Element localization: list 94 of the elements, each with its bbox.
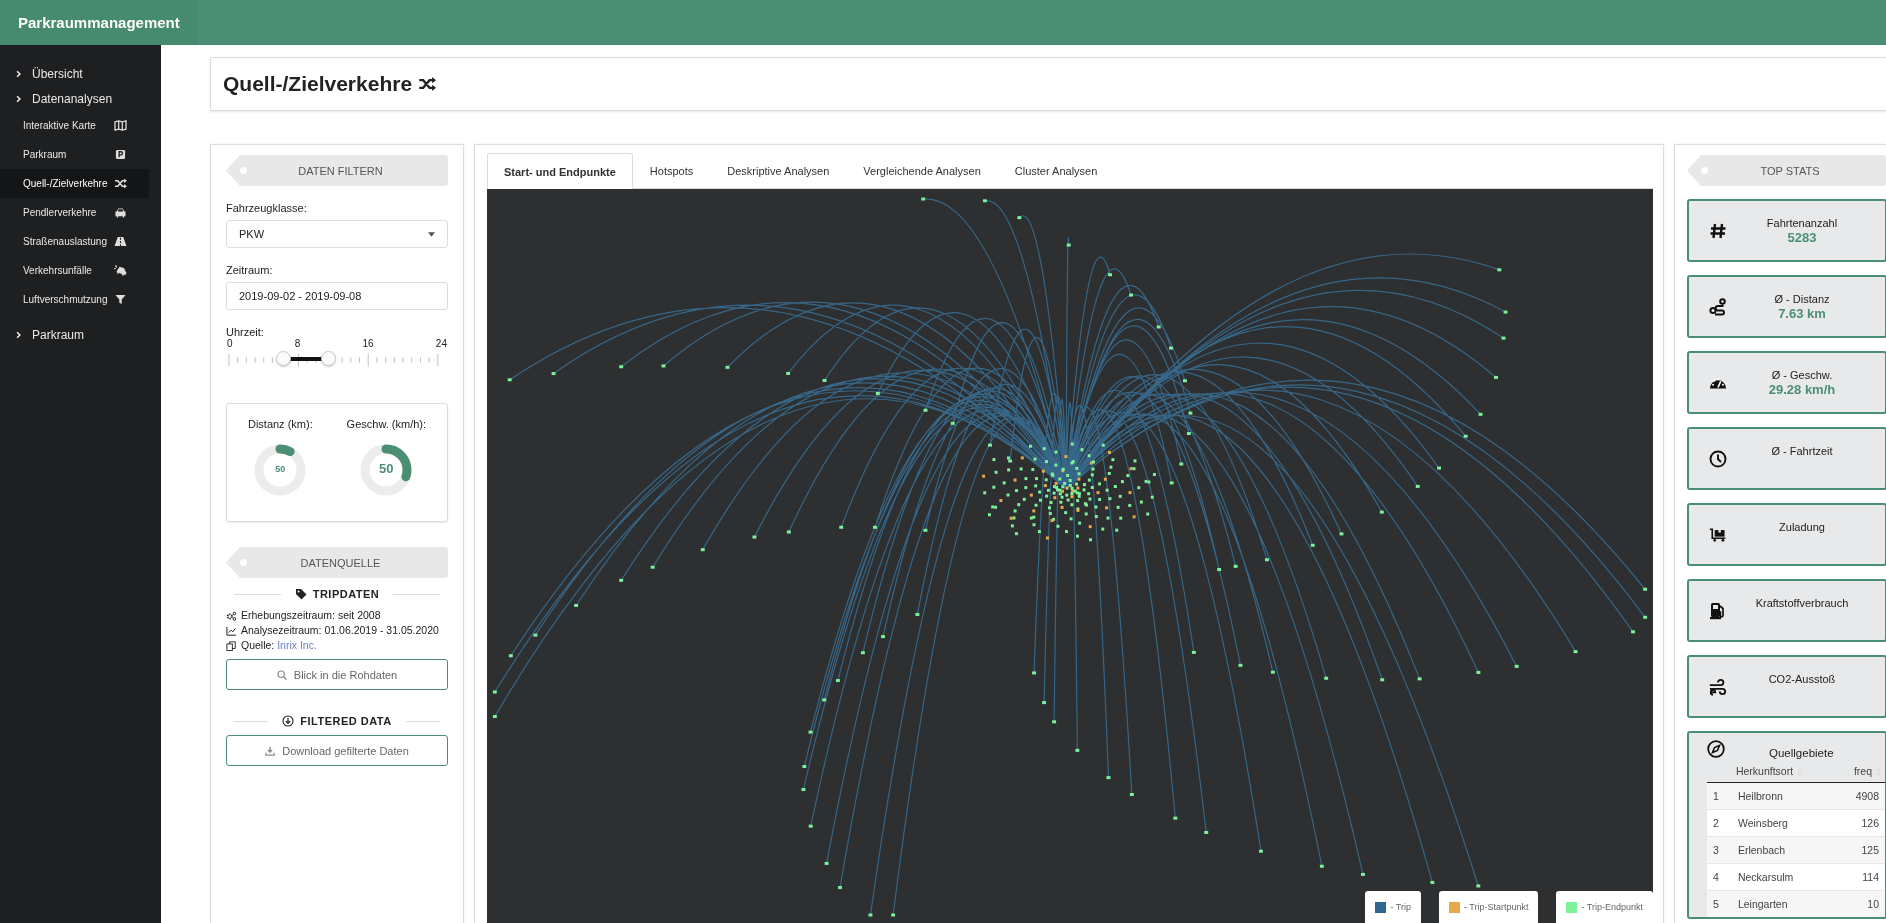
legend-item: - Trip (1365, 891, 1421, 923)
panel-header: DATEN FILTERN (226, 155, 448, 186)
field-label: Fahrzeugklasse: (226, 202, 308, 214)
shuffle-icon (418, 76, 437, 92)
shuffle-icon (114, 178, 127, 189)
tick-label: 0 (227, 338, 233, 349)
stat-label: Zuladung (1778, 521, 1826, 533)
info-text: Analysezeitraum: 01.06.2019 - 31.05.2020 (241, 623, 439, 638)
filter-icon (114, 294, 127, 305)
section-heading: TRIPDATEN (312, 588, 380, 600)
dolly-boxes-icon (1709, 525, 1727, 544)
compass-icon (1707, 740, 1725, 758)
search-icon (276, 669, 287, 680)
legend-item: - Trip-Startpunkt (1438, 891, 1539, 923)
caret-icon (428, 231, 435, 237)
copy-icon (226, 640, 237, 651)
gas-pump-icon (1709, 601, 1727, 620)
legend-item: - Trip-Endpunkt (1556, 891, 1653, 923)
chevron-icon (15, 69, 22, 78)
route-icon (1709, 297, 1727, 316)
tick-label: 8 (294, 338, 301, 349)
table-cell: 5 (1707, 890, 1732, 917)
sidebar-item[interactable]: Parkraum (0, 322, 161, 347)
sidebar-item[interactable]: Quell-/Zielverkehre (0, 169, 149, 198)
sidebar-item[interactable]: Luftverschmutzung (0, 285, 149, 314)
stat-label: Ø - Fahrtzeit (1770, 445, 1834, 457)
tick-label: 24 (435, 338, 447, 349)
gauge-value: 50 (378, 461, 395, 476)
vehicle-class-dropdown[interactable]: PKW (226, 220, 448, 248)
gauge-label: Distanz (km): (247, 418, 313, 430)
table-cell: Heilbronn (1731, 782, 1836, 810)
tab[interactable]: Hotspots (632, 153, 711, 188)
stat-label: Ø - Geschw. (1770, 369, 1834, 381)
source-link[interactable]: Inrix Inc. (277, 639, 317, 651)
tag-icon (294, 588, 307, 600)
section-heading: FILTERED DATA (300, 715, 392, 727)
download-button[interactable]: Download gefilterte Daten (226, 735, 448, 766)
stat-value: 7.63 km (1777, 306, 1827, 321)
sidebar-item[interactable]: Parkraum (0, 140, 149, 169)
panel-header: DATENQUELLE (226, 547, 448, 578)
map-view[interactable]: - Trip - Trip-Startpunkt - Trip-Endpunkt (487, 189, 1653, 923)
gauge-label: Geschw. (km/h): (346, 418, 427, 430)
download-icon (265, 745, 276, 756)
gauge-value: 50 (274, 464, 287, 474)
table-cell: 3 (1707, 836, 1732, 864)
chevron-icon (15, 330, 22, 339)
slider-handle[interactable] (320, 351, 336, 366)
table-cell: 125 (1835, 836, 1885, 864)
date-range-field[interactable]: 2019-09-02 - 2019-09-08 (226, 282, 448, 310)
map-icon (114, 120, 127, 131)
panel-header: TOP STATS (1687, 155, 1886, 186)
car-crash-icon (114, 265, 127, 276)
table-cell: 1 (1707, 782, 1732, 810)
tab[interactable]: Vergleichende Analysen (846, 153, 998, 188)
field-label: Zeitraum: (226, 264, 274, 276)
stat-label: Ø - Distanz (1773, 293, 1831, 305)
tab[interactable]: Start- und Endpunkte (487, 153, 633, 189)
stat-label: Kraftstoffverbrauch (1754, 597, 1850, 609)
app-title: Parkraummanagement (0, 0, 198, 45)
slider-handle[interactable] (275, 351, 291, 366)
clock-icon (1709, 449, 1727, 468)
column-header[interactable]: Herkunftsort (1731, 761, 1836, 783)
stat-label: Fahrtenanzahl (1765, 217, 1839, 229)
stat-value: 29.28 km/h (1767, 382, 1837, 397)
gears-icon (226, 610, 237, 621)
table-cell: Erlenbach (1731, 836, 1836, 864)
wind-icon (1709, 677, 1727, 696)
sidebar-item[interactable]: Interaktive Karte (0, 111, 149, 140)
stat-label: CO2-Ausstoß (1767, 673, 1837, 685)
info-text: Quelle: Inrix Inc. (241, 638, 317, 653)
field-label: Uhrzeit: (226, 326, 265, 338)
raw-data-button[interactable]: Blick in die Rohdaten (226, 659, 448, 690)
page-title: Quell-/Zielverkehre (223, 72, 413, 96)
sidebar-item[interactable]: Verkehrsunfälle (0, 256, 149, 285)
road-icon (114, 236, 127, 247)
tab[interactable]: Deskriptive Analysen (710, 153, 847, 188)
sidebar-item[interactable]: Straßenauslastung (0, 227, 149, 256)
table-cell: Leingarten (1731, 890, 1836, 917)
parking-icon (114, 149, 127, 160)
chevron-icon (15, 94, 22, 103)
card-title: Quellgebiete (1769, 747, 1834, 759)
sidebar-item[interactable]: Übersicht (0, 61, 161, 86)
tick-label: 16 (362, 338, 374, 349)
line-chart-icon (226, 625, 237, 636)
column-header[interactable]: freq (1835, 761, 1885, 783)
car-icon (114, 207, 127, 218)
sidebar-item[interactable]: Pendlerverkehre (0, 198, 149, 227)
download-circle-icon (282, 715, 295, 727)
tab[interactable]: Cluster Analysen (997, 153, 1115, 188)
stat-value: 5283 (1786, 230, 1818, 245)
table-cell: 10 (1835, 890, 1885, 917)
info-text: Erhebungszeitraum: seit 2008 (241, 608, 381, 623)
sidebar-item[interactable]: Datenanalysen (0, 86, 161, 111)
hash-icon (1709, 221, 1727, 240)
